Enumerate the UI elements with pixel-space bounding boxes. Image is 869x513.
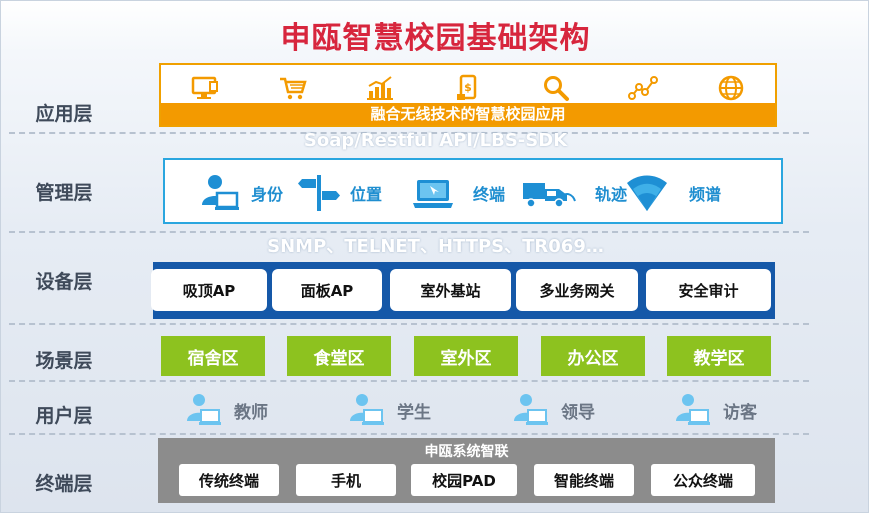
layer-label-user: 用户层 bbox=[35, 405, 93, 427]
user-visitor: 访客 bbox=[673, 391, 757, 429]
mobile-payment-icon: $ bbox=[451, 73, 485, 103]
management-layer-box: 身份 位置 终端 轨迹 频谱 bbox=[163, 158, 783, 224]
layer-label-application: 应用层 bbox=[35, 103, 93, 125]
layer-divider bbox=[9, 380, 809, 382]
user-teacher: 教师 bbox=[184, 391, 268, 429]
user-icon bbox=[676, 394, 710, 425]
scene-canteen: 食堂区 bbox=[287, 336, 391, 376]
scene-outdoor: 室外区 bbox=[414, 336, 518, 376]
mgmt-item-spectrum: 频谱 bbox=[625, 170, 721, 216]
terminal-layer-title: 申瓯系统智联 bbox=[424, 444, 509, 460]
terminal-traditional: 传统终端 bbox=[179, 464, 279, 496]
user-icon bbox=[350, 394, 384, 425]
layer-label-device: 设备层 bbox=[35, 271, 93, 293]
device-outdoor-station: 室外基站 bbox=[390, 269, 511, 311]
terminal-public: 公众终端 bbox=[651, 464, 755, 496]
mgmt-item-identity: 身份 bbox=[199, 170, 283, 216]
mgmt-label-identity: 身份 bbox=[251, 185, 284, 204]
mgmt-label-spectrum: 频谱 bbox=[689, 185, 722, 204]
user-leader: 领导 bbox=[511, 391, 595, 429]
terminal-phone: 手机 bbox=[296, 464, 396, 496]
layer-label-management: 管理层 bbox=[35, 182, 93, 204]
mgmt-label-location: 位置 bbox=[350, 185, 383, 204]
layer-label-terminal: 终端层 bbox=[35, 473, 93, 495]
monitor-icon bbox=[188, 73, 222, 103]
mgmt-item-terminal: 终端 bbox=[411, 170, 505, 216]
application-banner: 融合无线技术的智慧校园应用 bbox=[161, 103, 775, 125]
user-label-visitor: 访客 bbox=[723, 402, 757, 423]
user-label-teacher: 教师 bbox=[234, 402, 268, 423]
scene-teaching: 教学区 bbox=[667, 336, 771, 376]
laptop-icon bbox=[413, 180, 453, 208]
user-label-student: 学生 bbox=[397, 402, 431, 423]
scene-dormitory: 宿舍区 bbox=[161, 336, 265, 376]
diagram-canvas: 申瓯智慧校园基础架构 应用层 管理层 设备层 场景层 用户层 终端层 $ 融合无… bbox=[0, 0, 869, 513]
globe-icon bbox=[714, 73, 748, 103]
terminal-campus-pad: 校园PAD bbox=[411, 464, 517, 496]
scene-office: 办公区 bbox=[541, 336, 645, 376]
vehicle-track-icon bbox=[523, 183, 576, 208]
identity-user-icon bbox=[202, 175, 239, 210]
network-nodes-icon bbox=[626, 73, 660, 103]
location-signpost-icon bbox=[298, 175, 340, 211]
layer-divider bbox=[9, 433, 809, 435]
user-student: 学生 bbox=[347, 391, 431, 429]
device-security-audit: 安全审计 bbox=[646, 269, 771, 311]
shopping-cart-icon bbox=[276, 73, 310, 103]
mgmt-label-terminal: 终端 bbox=[473, 185, 506, 204]
terminal-smart: 智能终端 bbox=[534, 464, 634, 496]
svg-text:$: $ bbox=[464, 81, 472, 94]
api-protocol-text: Soap/Restful API/LBS-SDK bbox=[303, 130, 568, 151]
search-icon bbox=[539, 73, 573, 103]
application-icon-row: $ bbox=[161, 71, 775, 105]
user-icon bbox=[187, 394, 221, 425]
layer-label-scene: 场景层 bbox=[35, 350, 93, 372]
wifi-spectrum-icon bbox=[627, 175, 667, 211]
device-multiservice-gateway: 多业务网关 bbox=[516, 269, 638, 311]
mgmt-label-track: 轨迹 bbox=[595, 185, 628, 204]
bar-chart-icon bbox=[363, 73, 397, 103]
page-title: 申瓯智慧校园基础架构 bbox=[280, 21, 591, 56]
user-icon bbox=[514, 394, 548, 425]
layer-divider bbox=[9, 323, 809, 325]
device-ceiling-ap: 吸顶AP bbox=[151, 269, 267, 311]
mgmt-item-location: 位置 bbox=[298, 170, 382, 216]
mgmt-item-track: 轨迹 bbox=[521, 170, 627, 216]
device-panel-ap: 面板AP bbox=[272, 269, 382, 311]
user-label-leader: 领导 bbox=[561, 402, 595, 423]
application-layer-box: $ 融合无线技术的智慧校园应用 bbox=[159, 63, 777, 127]
device-protocol-text: SNMP、TELNET、HTTPS、TR069… bbox=[267, 236, 604, 257]
